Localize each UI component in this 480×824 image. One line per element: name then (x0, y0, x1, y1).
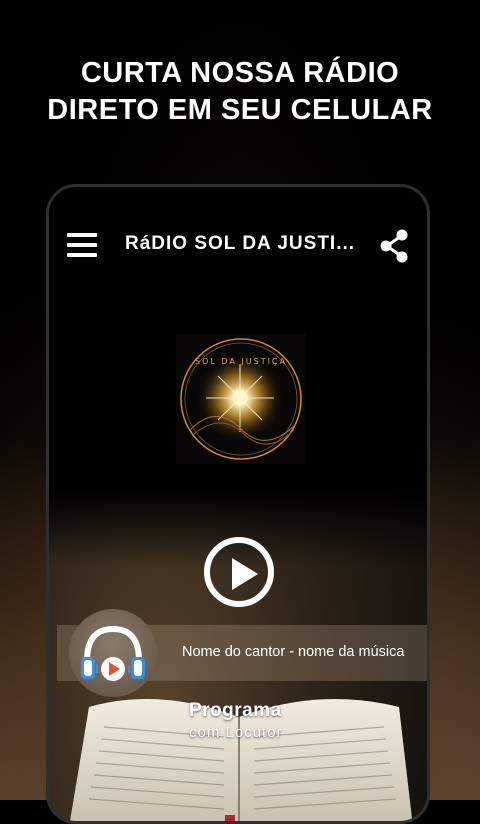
play-button[interactable] (204, 537, 274, 607)
now-playing-text: Nome do cantor - nome da música (182, 644, 405, 660)
promo-headline: CURTA NOSSA RÁDIO DIRETO EM SEU CELULAR (0, 55, 480, 129)
app-bar: RáDIO SOL DA JUSTI... (49, 207, 427, 287)
svg-text:SOL DA JUSTIÇA: SOL DA JUSTIÇA (195, 357, 287, 366)
station-logo: SOL DA JUSTIÇA (176, 334, 306, 464)
promo-line-1: CURTA NOSSA RÁDIO (80, 57, 400, 89)
headphones-play-icon (81, 625, 145, 681)
sun-logo-icon: SOL DA JUSTIÇA (180, 338, 302, 460)
program-host: com Locutor (189, 724, 283, 741)
hamburger-menu-icon[interactable] (67, 233, 97, 257)
share-icon[interactable] (379, 229, 409, 263)
program-avatar (69, 609, 157, 697)
phone-frame: RáDIO SOL DA JUSTI... SOL DA JUSTIÇA Nom… (46, 184, 430, 824)
app-title: RáDIO SOL DA JUSTI... (125, 233, 356, 254)
promo-line-2: DIRETO EM SEU CELULAR (47, 94, 433, 126)
program-name: Programa (189, 700, 282, 721)
play-icon (232, 558, 258, 590)
